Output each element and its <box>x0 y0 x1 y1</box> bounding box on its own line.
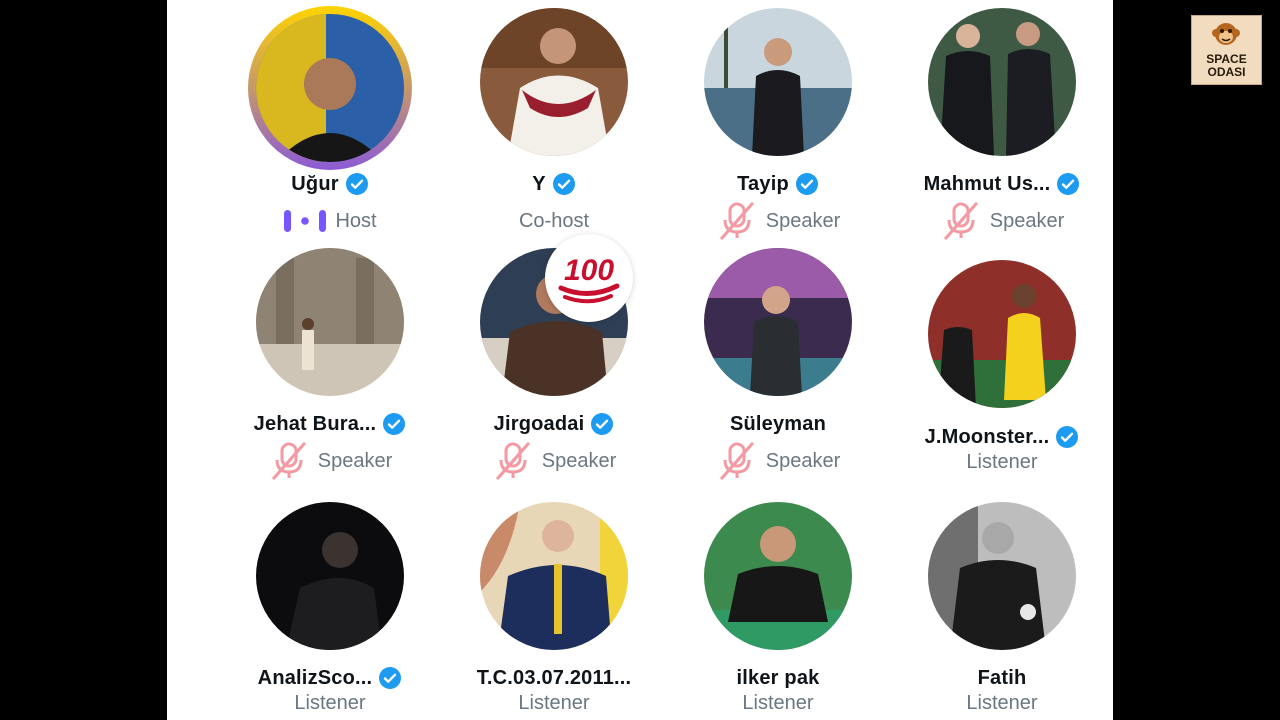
role-row: Listener <box>890 445 1114 479</box>
participant-role: Listener <box>966 691 1038 714</box>
participant-name: Süleyman <box>729 412 827 435</box>
svg-text:100: 100 <box>564 254 614 287</box>
participant-card-fatih[interactable]: Fatih Listener <box>890 480 1114 720</box>
participant-name: Jirgoadai <box>493 412 585 435</box>
participant-name: Uğur <box>291 172 339 195</box>
role-row: Host <box>218 204 442 238</box>
participant-card-analizsco[interactable]: AnalizSco... Listener <box>218 480 442 720</box>
verified-badge-icon <box>552 173 575 195</box>
reaction-badge: 100 <box>545 234 633 322</box>
avatar[interactable] <box>928 8 1076 156</box>
avatar[interactable] <box>704 502 852 650</box>
name-row: Uğur <box>218 170 442 198</box>
verified-badge-icon <box>591 413 614 435</box>
channel-logo: SPACE ODASI <box>1191 15 1262 85</box>
role-row: Speaker <box>218 442 442 480</box>
role-row: Speaker <box>666 202 890 240</box>
avatar[interactable] <box>480 8 628 156</box>
avatar[interactable] <box>704 248 852 396</box>
role-row: Listener <box>666 686 890 720</box>
name-row: Y <box>442 170 666 198</box>
role-row: Co-host <box>442 204 666 238</box>
participant-card-mahmut[interactable]: Mahmut Us... Speaker <box>890 0 1114 240</box>
participant-card-ugur[interactable]: Uğur Host <box>218 0 442 240</box>
role-row: Speaker <box>890 202 1114 240</box>
participant-role: Listener <box>294 691 366 714</box>
participant-name: Mahmut Us... <box>923 172 1051 195</box>
role-row: Speaker <box>442 442 666 480</box>
mic-off-icon <box>496 442 530 480</box>
participant-card-jehat[interactable]: Jehat Bura... Speaker <box>218 240 442 480</box>
verified-badge-icon <box>795 173 818 195</box>
participant-card-tc[interactable]: T.C.03.07.2011... Listener <box>442 480 666 720</box>
avatar[interactable] <box>256 14 404 162</box>
participant-role: Speaker <box>541 449 617 472</box>
verified-badge-icon <box>345 173 368 195</box>
participant-role: Listener <box>966 450 1038 473</box>
avatar[interactable] <box>928 502 1076 650</box>
role-row: Listener <box>218 686 442 720</box>
participant-card-ilker[interactable]: ilker pak Listener <box>666 480 890 720</box>
logo-text-line2: ODASI <box>1207 65 1246 79</box>
participant-name: Tayip <box>737 172 789 195</box>
role-row: Listener <box>890 686 1114 720</box>
participant-card-jmoonster[interactable]: J.Moonster... Listener <box>890 240 1114 480</box>
name-row: Jehat Bura... <box>218 410 442 438</box>
avatar[interactable] <box>256 248 404 396</box>
speaking-bars-icon <box>284 210 327 232</box>
avatar[interactable] <box>928 260 1076 408</box>
role-row: Listener <box>442 686 666 720</box>
participant-role: Host <box>335 209 377 232</box>
hundred-points-icon: 100 <box>558 254 620 304</box>
verified-badge-icon <box>1057 173 1080 195</box>
participant-role: Listener <box>742 691 814 714</box>
avatar[interactable] <box>256 502 404 650</box>
participant-role: Co-host <box>518 209 590 232</box>
verified-badge-icon <box>383 413 406 435</box>
name-row: Mahmut Us... <box>890 170 1114 198</box>
participant-role: Speaker <box>765 209 841 232</box>
participant-name: Y <box>532 172 546 195</box>
participant-card-suleyman[interactable]: Süleyman Speaker <box>666 240 890 480</box>
role-row: Speaker <box>666 442 890 480</box>
mic-off-icon <box>720 442 754 480</box>
logo-text-line1: SPACE <box>1206 52 1247 66</box>
name-row: Tayip <box>666 170 890 198</box>
participant-role: Listener <box>518 691 590 714</box>
mic-off-icon <box>272 442 306 480</box>
participant-role: Speaker <box>317 449 393 472</box>
participant-card-tayip[interactable]: Tayip Speaker <box>666 0 890 240</box>
participant-name: Jehat Bura... <box>253 412 377 435</box>
participant-card-y[interactable]: Y Co-host <box>442 0 666 240</box>
mic-off-icon <box>720 202 754 240</box>
avatar[interactable] <box>480 502 628 650</box>
name-row: Jirgoadai <box>442 410 666 438</box>
participant-role: Speaker <box>989 209 1065 232</box>
space-participants-panel: Uğur Host Y Co-host Tayip Speaker Mahmut… <box>167 0 1113 720</box>
monkey-face-icon <box>1212 23 1240 45</box>
name-row: Süleyman <box>666 410 890 438</box>
participant-role: Speaker <box>765 449 841 472</box>
avatar[interactable] <box>704 8 852 156</box>
mic-off-icon <box>944 202 978 240</box>
